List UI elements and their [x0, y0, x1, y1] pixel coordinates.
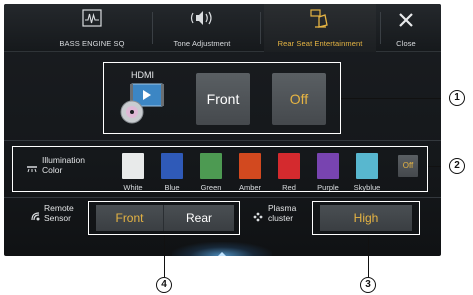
- chevron-up-icon[interactable]: [214, 247, 230, 256]
- remote-sensor-callout-box: [88, 201, 240, 235]
- tab-bar: BASS ENGINE SQ Tone Adjustment Rear Seat…: [4, 4, 441, 52]
- rear-seat-icon: [309, 9, 331, 34]
- tab-tone-adjustment[interactable]: Tone Adjustment: [152, 4, 252, 52]
- plasma-callout-box: [312, 201, 420, 235]
- plasma-label-line2: cluster: [268, 213, 294, 223]
- remote-label-line2: Sensor: [44, 213, 71, 223]
- plasma-cluster-icon: [252, 210, 264, 228]
- callout-2-leader: [428, 166, 441, 167]
- illumination-callout-box: [12, 146, 428, 192]
- plasma-label-line1: Plasma: [268, 203, 297, 213]
- callout-4: 4: [156, 277, 172, 293]
- callout-4-leader: [164, 235, 165, 277]
- callout-2: 2: [449, 158, 465, 174]
- source-callout-box: [103, 62, 341, 134]
- waveform-icon: [82, 9, 102, 32]
- callout-1-leader: [341, 98, 441, 99]
- close-icon: [398, 12, 414, 33]
- tab-tone-label: Tone Adjustment: [173, 39, 231, 48]
- section-divider: [4, 140, 441, 141]
- speaker-icon: [189, 9, 215, 32]
- tab-bass-label: BASS ENGINE SQ: [59, 39, 125, 48]
- rse-settings-screen: BASS ENGINE SQ Tone Adjustment Rear Seat…: [4, 4, 441, 256]
- remote-label-line1: Remote: [44, 203, 74, 213]
- tab-separator: [260, 12, 261, 44]
- tab-separator: [380, 12, 381, 44]
- section-divider: [4, 197, 441, 198]
- close-label: Close: [396, 39, 416, 48]
- remote-sensor-icon: [30, 209, 42, 227]
- callout-3-leader: [368, 235, 369, 277]
- tab-rear-seat-entertainment[interactable]: Rear Seat Entertainment: [264, 4, 376, 52]
- tab-rse-label: Rear Seat Entertainment: [277, 39, 363, 48]
- callout-3: 3: [360, 277, 376, 293]
- callout-1: 1: [449, 90, 465, 106]
- remote-sensor-label: Remote Sensor: [44, 203, 74, 223]
- close-button[interactable]: Close: [384, 4, 428, 52]
- plasma-cluster-label: Plasma cluster: [268, 203, 296, 223]
- tab-bass-engine-sq[interactable]: BASS ENGINE SQ: [32, 4, 152, 52]
